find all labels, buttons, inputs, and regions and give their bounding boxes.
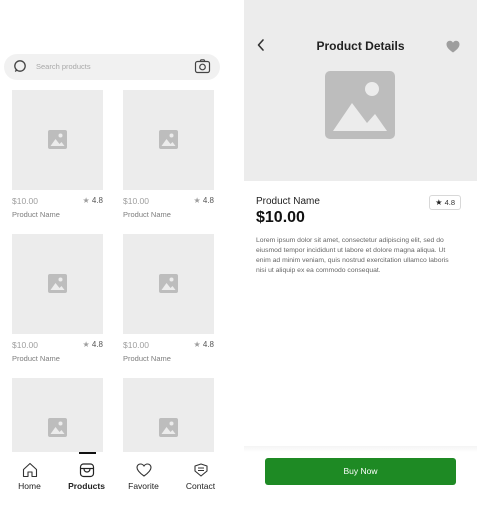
products-icon	[79, 463, 94, 478]
favorite-heart-icon[interactable]	[446, 40, 460, 53]
rating-value: 4.8	[91, 196, 103, 205]
contact-icon	[193, 463, 208, 477]
camera-icon[interactable]	[194, 58, 211, 75]
product-rating: ★ 4.8	[193, 196, 214, 205]
product-card[interactable]: $10.00 ★ 4.8 Product Name	[12, 90, 103, 219]
footer-divider	[244, 446, 477, 452]
product-rating: ★ 4.8	[82, 340, 103, 349]
product-price: $10.00	[256, 209, 305, 226]
home-icon	[22, 462, 37, 478]
product-name: Product Name	[256, 196, 320, 207]
image-placeholder-icon	[48, 274, 67, 293]
product-description: Lorem ipsum dolor sit amet, consectetur …	[256, 237, 449, 274]
product-name: Product Name	[123, 210, 171, 219]
product-price: $10.00	[12, 340, 38, 350]
product-price: $10.00	[12, 196, 38, 206]
image-placeholder-icon	[48, 418, 67, 437]
product-name: Product Name	[12, 210, 60, 219]
star-icon: ★	[193, 340, 201, 349]
product-name: Product Name	[12, 354, 60, 363]
nav-item-contact[interactable]: Contact	[172, 452, 229, 512]
nav-item-favorite[interactable]: Favorite	[115, 452, 172, 512]
rating-value: 4.8	[202, 340, 214, 349]
image-placeholder-icon	[159, 274, 178, 293]
nav-item-home[interactable]: Home	[1, 452, 58, 512]
star-icon: ★	[82, 196, 90, 205]
product-image	[123, 90, 214, 190]
bottom-navigation: Home Products Favorite Contact	[0, 452, 228, 512]
search-bar[interactable]: Search products	[4, 54, 220, 80]
page-title: Product Details	[316, 39, 405, 53]
star-icon: ★	[82, 340, 90, 349]
image-placeholder-icon	[159, 130, 178, 149]
image-placeholder-icon	[325, 71, 395, 139]
product-hero: Product Details	[244, 0, 477, 181]
star-icon: ★	[193, 196, 201, 205]
product-image	[123, 234, 214, 334]
search-icon	[14, 60, 26, 72]
product-price: $10.00	[123, 340, 149, 350]
search-input[interactable]: Search products	[36, 54, 91, 80]
product-name: Product Name	[123, 354, 171, 363]
image-placeholder-icon	[159, 418, 178, 437]
image-placeholder-icon	[48, 130, 67, 149]
product-price: $10.00	[123, 196, 149, 206]
product-details-screen: Product Details Product Name ★ 4.8 $10.0…	[244, 0, 477, 512]
product-image	[12, 234, 103, 334]
product-rating: ★ 4.8	[193, 340, 214, 349]
heart-icon	[135, 463, 152, 477]
product-card[interactable]: $10.00 ★ 4.8 Product Name	[123, 90, 214, 219]
product-card[interactable]: $10.00 ★ 4.8 Product Name	[12, 234, 103, 363]
star-icon: ★	[435, 198, 443, 207]
buy-now-button[interactable]: Buy Now	[265, 458, 456, 485]
nav-label: Contact	[185, 481, 216, 491]
product-image	[12, 90, 103, 190]
product-list-screen: Search products $10.00 ★ 4.8 Product Nam…	[0, 0, 228, 512]
product-rating: ★ 4.8	[82, 196, 103, 205]
rating-value: 4.8	[91, 340, 103, 349]
active-indicator	[78, 452, 96, 454]
nav-label: Favorite	[128, 481, 159, 491]
nav-label: Home	[18, 481, 41, 491]
nav-item-products[interactable]: Products	[58, 452, 115, 512]
rating-value: 4.8	[444, 198, 455, 207]
rating-value: 4.8	[202, 196, 214, 205]
nav-label: Products	[68, 481, 105, 491]
product-card[interactable]: $10.00 ★ 4.8 Product Name	[123, 234, 214, 363]
rating-badge: ★ 4.8	[429, 195, 461, 210]
